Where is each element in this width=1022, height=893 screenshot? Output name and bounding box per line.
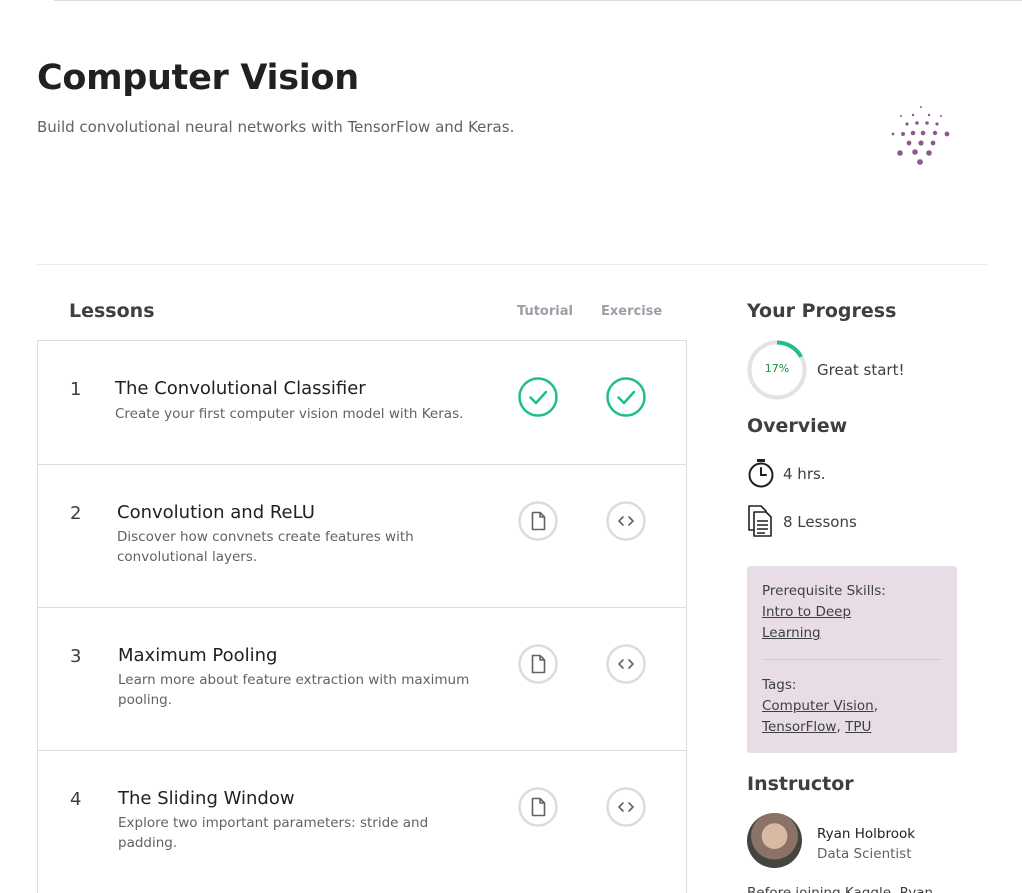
document-icon[interactable] — [518, 644, 558, 684]
stopwatch-icon — [748, 459, 774, 488]
prerequisite-skill-link[interactable]: Learning — [762, 625, 821, 641]
lessons-count-text: 8 Lessons — [783, 513, 857, 531]
progress-heading: Your Progress — [747, 300, 897, 322]
prerequisites-panel: Prerequisite Skills: Intro to Deep Learn… — [747, 566, 957, 753]
instructor-avatar[interactable] — [747, 813, 802, 868]
course-page: Computer Vision Build convolutional neur… — [0, 0, 1022, 893]
progress-message: Great start! — [817, 361, 905, 379]
instructor-heading: Instructor — [747, 773, 854, 795]
code-icon[interactable] — [606, 787, 646, 827]
panel-divider — [762, 659, 942, 660]
tag-link[interactable]: TensorFlow — [762, 719, 836, 735]
tags-line: Computer Vision, — [762, 698, 878, 714]
check-circle-icon[interactable] — [518, 377, 558, 417]
lessons-document-icon — [748, 505, 772, 537]
lesson-title[interactable]: Convolution and ReLU — [117, 502, 315, 523]
tag-link[interactable]: Computer Vision — [762, 698, 874, 714]
tags-label: Tags: — [762, 677, 797, 693]
prerequisite-label: Prerequisite Skills: — [762, 583, 886, 599]
lesson-description: Create your first computer vision model … — [115, 406, 464, 422]
lesson-description: Learn more about feature extraction with… — [118, 672, 470, 708]
prerequisite-skill-link[interactable]: Intro to Deep — [762, 604, 851, 620]
instructor-bio: Before joining Kaggle, Ryan — [747, 885, 934, 893]
tutorial-column-header: Tutorial — [517, 304, 573, 319]
check-circle-icon[interactable] — [606, 377, 646, 417]
course-logo — [891, 106, 950, 165]
lesson-title[interactable]: Maximum Pooling — [118, 645, 278, 666]
lesson-row[interactable]: 4 The Sliding Window Explore two importa… — [38, 750, 686, 893]
duration-text: 4 hrs. — [783, 465, 826, 483]
lesson-description: Discover how convnets create features wi… — [117, 529, 414, 565]
header-divider — [37, 264, 987, 265]
instructor-role: Data Scientist — [817, 846, 912, 862]
progress-percent: 17% — [764, 362, 790, 375]
instructor-name[interactable]: Ryan Holbrook — [817, 826, 915, 842]
overview-heading: Overview — [747, 415, 848, 437]
lesson-row[interactable]: 2 Convolution and ReLU Discover how conv… — [38, 464, 686, 607]
document-icon[interactable] — [518, 787, 558, 827]
document-icon[interactable] — [518, 501, 558, 541]
code-icon[interactable] — [606, 644, 646, 684]
lessons-heading: Lessons — [69, 300, 155, 322]
lesson-title[interactable]: The Convolutional Classifier — [115, 378, 366, 399]
top-divider — [54, 0, 1022, 1]
lesson-row[interactable]: 3 Maximum Pooling Learn more about featu… — [38, 607, 686, 750]
lesson-description: Explore two important parameters: stride… — [118, 815, 429, 851]
lesson-number: 1 — [70, 379, 82, 400]
lesson-number: 2 — [70, 503, 82, 524]
lessons-list: 1 The Convolutional Classifier Create yo… — [37, 340, 687, 893]
lesson-number: 4 — [70, 789, 82, 810]
lesson-number: 3 — [70, 646, 82, 667]
course-subtitle: Build convolutional neural networks with… — [37, 118, 515, 136]
tag-link[interactable]: TPU — [845, 719, 871, 735]
lesson-row[interactable]: 1 The Convolutional Classifier Create yo… — [38, 341, 686, 464]
code-icon[interactable] — [606, 501, 646, 541]
lesson-title[interactable]: The Sliding Window — [118, 788, 295, 809]
tags-line: TensorFlow, TPU — [762, 719, 872, 735]
exercise-column-header: Exercise — [601, 304, 663, 319]
course-title: Computer Vision — [37, 58, 359, 98]
